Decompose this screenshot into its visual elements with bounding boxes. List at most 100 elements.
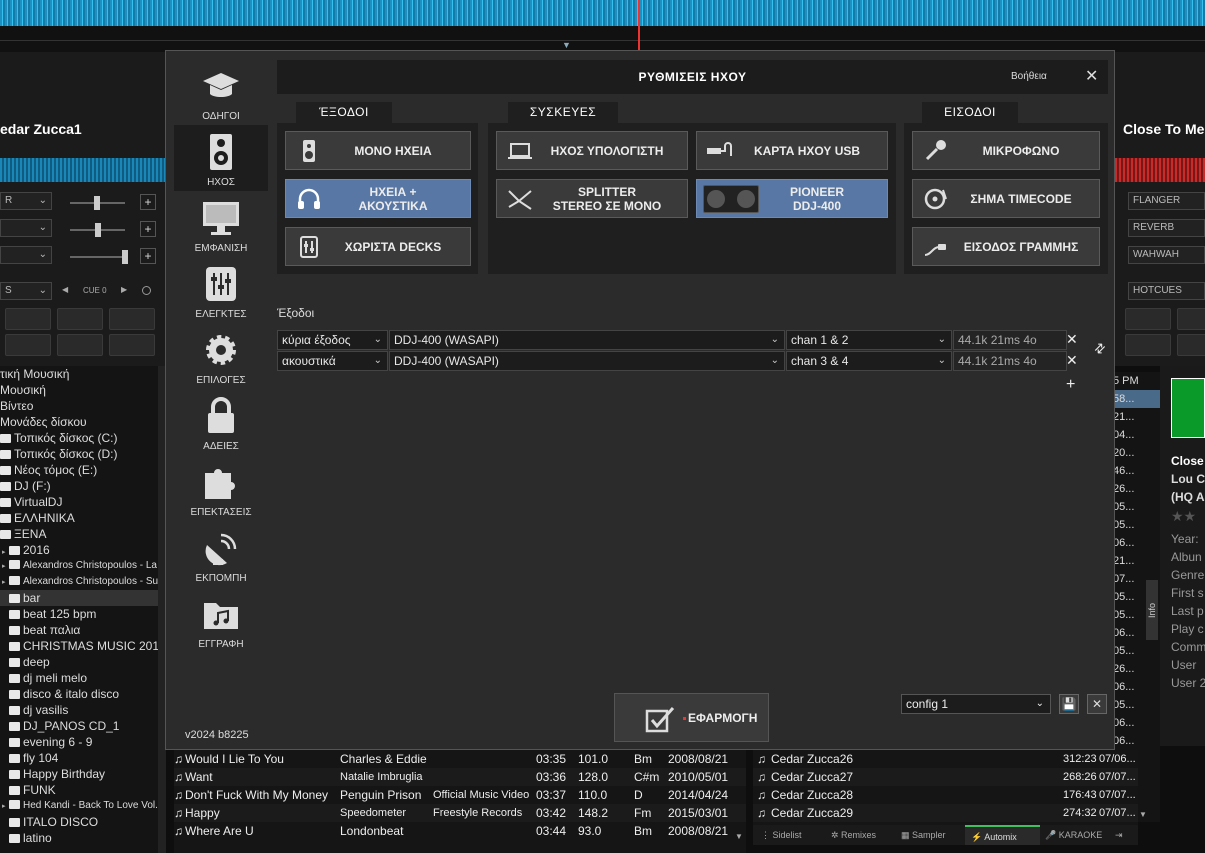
fx-select-reverb[interactable]: REVERB: [1128, 219, 1205, 237]
output-device-select[interactable]: DDJ-400 (WASAPI) ⌄: [389, 351, 785, 371]
output-type-select[interactable]: κύρια έξοδος ⌄: [277, 330, 388, 350]
tree-item[interactable]: ▸ Alexandros Christopoulos - La Suit: [0, 558, 166, 574]
line-input-button[interactable]: ΕΙΣΟΔΟΣ ΓΡΑΜΜΗΣ: [912, 227, 1100, 266]
tree-item[interactable]: VirtualDJ: [0, 494, 166, 510]
waveform-overview[interactable]: ▼: [0, 0, 1205, 52]
pad[interactable]: [1125, 334, 1171, 356]
apply-button[interactable]: ΕΦΑΡΜΟΓΗ: [614, 693, 769, 742]
tree-item[interactable]: beat παλια: [0, 622, 166, 638]
rating-stars-icon[interactable]: ★★: [1171, 508, 1196, 525]
nav-extensions[interactable]: ΕΠΕΚΤΑΣΕΙΣ: [174, 455, 268, 521]
output-channel-select[interactable]: chan 1 & 2 ⌄: [786, 330, 952, 350]
fx-slider-3[interactable]: [70, 250, 128, 264]
fx-slider-1[interactable]: [70, 196, 125, 210]
fx-plus-button[interactable]: +: [140, 194, 156, 210]
tree-item[interactable]: Τοπικός δίσκος (C:): [0, 430, 166, 446]
tree-item[interactable]: Νέος τόμος (E:): [0, 462, 166, 478]
table-row[interactable]: ♫ Where Are U Londonbeat 03:44 93.0 Bm 2008/08…: [174, 822, 746, 840]
nav-sound[interactable]: ΗΧΟΣ: [174, 125, 268, 191]
nav-broadcast[interactable]: ΕΚΠΟΜΠΗ: [174, 521, 268, 587]
tree-item[interactable]: ▸ 2016: [0, 542, 166, 558]
delete-config-icon[interactable]: ✕: [1087, 694, 1107, 714]
sidelist-row[interactable]: ♫ Cedar Zucca26 312:23 07/06...: [753, 750, 1138, 768]
tree-item[interactable]: disco & italo disco: [0, 686, 166, 702]
tab-remixes[interactable]: ✲ Remixes: [831, 825, 876, 845]
pad[interactable]: [109, 334, 155, 356]
output-channel-select[interactable]: chan 3 & 4 ⌄: [786, 351, 952, 371]
usb-soundcard-button[interactable]: ΚΑΡΤΑ ΗΧΟΥ USB: [696, 131, 888, 170]
tree-item[interactable]: Μονάδες δίσκου: [0, 414, 166, 430]
tree-item[interactable]: beat 125 bpm: [0, 606, 166, 622]
folder-tree[interactable]: τική Μουσική Μουσική Βίντεο Μονάδες δίσκου Τ…: [0, 366, 166, 853]
pad[interactable]: [57, 308, 103, 330]
tree-item[interactable]: Happy Birthday: [0, 766, 166, 782]
tree-item[interactable]: Βίντεο: [0, 398, 166, 414]
sidelist-scroll-down-icon[interactable]: ▼: [1139, 810, 1147, 819]
list-scroll-down-icon[interactable]: ▼: [735, 832, 743, 841]
fx-slider-2[interactable]: [70, 223, 125, 237]
tree-item[interactable]: deep: [0, 654, 166, 670]
deck-left-fx-select-3[interactable]: ⌄: [0, 246, 52, 264]
nav-licenses[interactable]: ΑΔΕΙΕΣ: [174, 389, 268, 455]
tree-item[interactable]: ITALO DISCO: [0, 814, 166, 830]
close-icon[interactable]: ✕: [1085, 60, 1098, 94]
nav-controllers[interactable]: ΕΛΕΓΚΤΕΣ: [174, 257, 268, 323]
remove-output-icon[interactable]: ✕: [1066, 331, 1078, 348]
table-row[interactable]: ♫ Don't Fuck With My Money Penguin Prison O…: [174, 786, 746, 804]
table-row[interactable]: ♫ Happy Speedometer Freestyle Records 03:42 1…: [174, 804, 746, 822]
fx-plus-button[interactable]: +: [140, 248, 156, 264]
pad[interactable]: [1177, 308, 1205, 330]
nav-drivers[interactable]: ΟΔΗΓΟΙ: [174, 59, 268, 125]
tree-item[interactable]: FUNK: [0, 782, 166, 798]
output-device-select[interactable]: DDJ-400 (WASAPI) ⌄: [389, 330, 785, 350]
help-link[interactable]: Βοήθεια: [1011, 60, 1047, 94]
tree-item[interactable]: ▸ Alexandros Christopoulos - Sunset: [0, 574, 166, 590]
tree-item[interactable]: latino: [0, 830, 166, 846]
remove-output-icon[interactable]: ✕: [1066, 352, 1078, 369]
pad[interactable]: [57, 334, 103, 356]
fx-plus-button[interactable]: +: [140, 221, 156, 237]
tree-item[interactable]: ΞΕΝΑ: [0, 526, 166, 542]
deck-left-fx-select-2[interactable]: ⌄: [0, 219, 52, 237]
nav-record[interactable]: ΕΓΓΡΑΦΗ: [174, 587, 268, 653]
microphone-button[interactable]: ΜΙΚΡΟΦΩΝΟ: [912, 131, 1100, 170]
nav-options[interactable]: ΕΠΙΛΟΓΕΣ: [174, 323, 268, 389]
add-output-icon[interactable]: +: [1066, 376, 1075, 394]
tree-item[interactable]: ▸ Hed Kandi - Back To Love Vol.1: [0, 798, 166, 814]
tree-item[interactable]: DJ (F:): [0, 478, 166, 494]
info-tab[interactable]: Info: [1146, 580, 1158, 640]
cue-dot-icon[interactable]: [142, 286, 151, 295]
output-type-select[interactable]: ακουστικά ⌄: [277, 351, 388, 371]
speakers-only-button[interactable]: ΜΟΝΟ ΗΧΕΙΑ: [285, 131, 471, 170]
fx-select-flanger[interactable]: FLANGER: [1128, 192, 1205, 210]
table-row[interactable]: ♫ Would I Lie To You Charles & Eddie 03:35 1…: [174, 750, 746, 768]
tab-more-icon[interactable]: ⇥: [1115, 825, 1123, 845]
tree-item[interactable]: fly 104: [0, 750, 166, 766]
deck-right-waveform[interactable]: [1115, 158, 1205, 182]
tab-karaoke[interactable]: 🎤 KARAOKE: [1045, 825, 1102, 845]
save-config-icon[interactable]: 💾: [1059, 694, 1079, 714]
tab-automix[interactable]: ⚡ Automix: [965, 825, 1040, 845]
cue-next-icon[interactable]: ▶: [121, 285, 127, 294]
sidelist-row[interactable]: ♫ Cedar Zucca28 176:43 07/07...: [753, 786, 1138, 804]
sidelist-row[interactable]: ♫ Cedar Zucca27 268:26 07/07...: [753, 768, 1138, 786]
tree-item[interactable]: ΕΛΛΗΝΙΚΑ: [0, 510, 166, 526]
sidelist-row[interactable]: ♫ Cedar Zucca29 274:32 07/07...: [753, 804, 1138, 822]
track-list[interactable]: ♫ Would I Lie To You Charles & Eddie 03:35 1…: [174, 750, 746, 853]
pad[interactable]: [1177, 334, 1205, 356]
fx-select-wahwah[interactable]: WAHWAH: [1128, 246, 1205, 264]
cue-prev-icon[interactable]: ◀: [62, 285, 68, 294]
tree-item[interactable]: Τοπικός δίσκος (D:): [0, 446, 166, 462]
tree-item[interactable]: CHRISTMAS MUSIC 2014: [0, 638, 166, 654]
computer-sound-button[interactable]: ΗΧΟΣ ΥΠΟΛΟΓΙΣΤΗ: [496, 131, 688, 170]
sidelist-panel[interactable]: ♫ Cedar Zucca26 312:23 07/06... ♫ Cedar Zucca…: [753, 750, 1138, 825]
tree-item[interactable]: bar: [0, 590, 166, 606]
tree-item[interactable]: Μουσική: [0, 382, 166, 398]
tree-item[interactable]: DJ_PANOS CD_1: [0, 718, 166, 734]
timecode-signal-button[interactable]: ΣΗΜΑ TIMECODE: [912, 179, 1100, 218]
splitter-stereo-mono-button[interactable]: SPLITTER STEREO ΣΕ ΜΟΝΟ: [496, 179, 688, 218]
tree-item[interactable]: dj meli melo: [0, 670, 166, 686]
table-row[interactable]: ♫ Want Natalie Imbruglia 03:36 128.0 C#m 2010/…: [174, 768, 746, 786]
deck-left-waveform[interactable]: [0, 158, 166, 182]
config-select[interactable]: config 1 ⌄: [901, 694, 1051, 714]
